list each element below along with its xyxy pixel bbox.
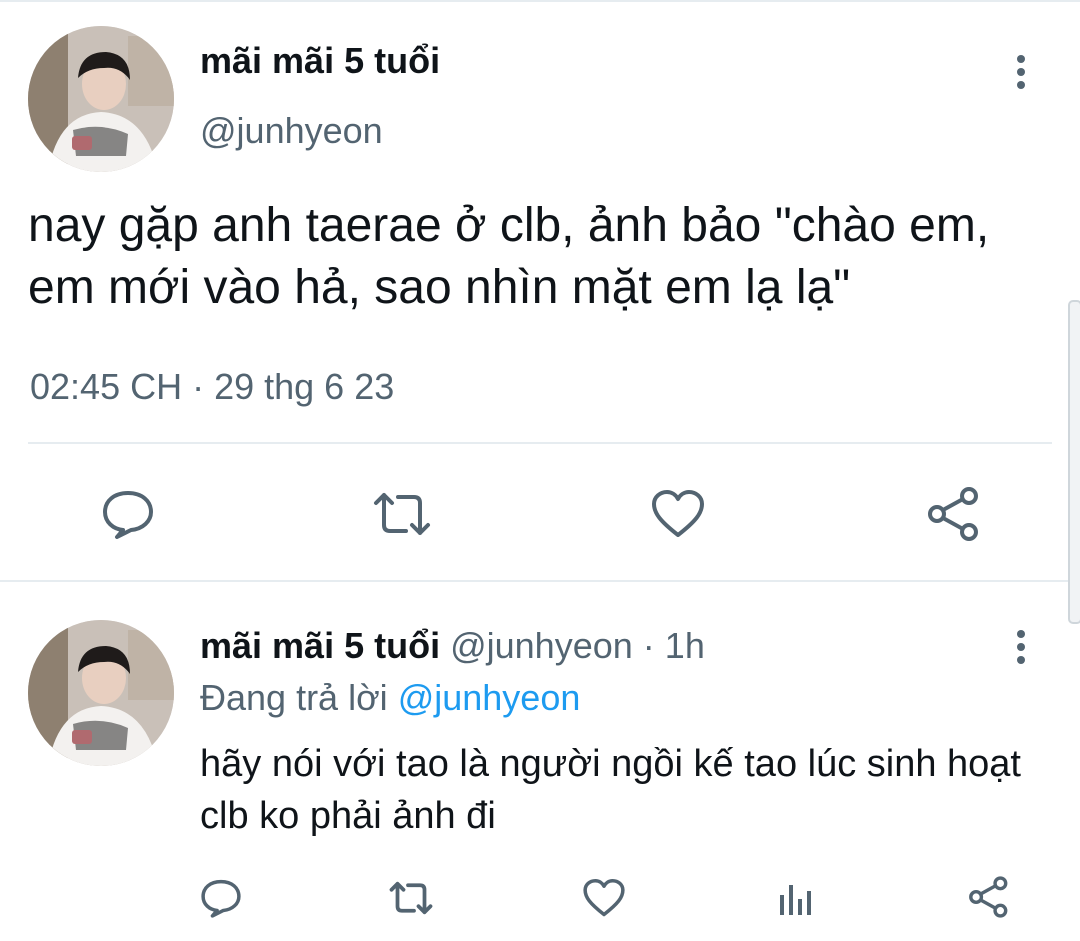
reply-more-options-icon[interactable]: [1015, 630, 1027, 664]
replying-label: Đang trả lời: [200, 677, 388, 718]
reply-retweet-icon[interactable]: [386, 876, 436, 920]
author-name[interactable]: mãi mãi 5 tuổi: [200, 40, 440, 82]
avatar[interactable]: [28, 26, 174, 172]
avatar-photo: [28, 26, 174, 172]
author-handle[interactable]: @junhyeon: [200, 110, 383, 152]
reply-like-icon[interactable]: [580, 876, 628, 920]
replying-to-handle[interactable]: @junhyeon: [398, 677, 581, 718]
action-divider: [28, 442, 1052, 444]
retweet-icon[interactable]: [370, 486, 434, 542]
avatar-photo: [28, 620, 174, 766]
reply-separator: ·: [642, 625, 655, 666]
analytics-icon[interactable]: [776, 876, 816, 920]
replying-to: Đang trả lời @junhyeon: [200, 674, 580, 722]
top-divider: [0, 0, 1080, 2]
more-options-icon[interactable]: [1015, 55, 1027, 89]
reply-text: hãy nói với tao là người ngồi kế tao lúc…: [200, 743, 1021, 837]
share-icon[interactable]: [924, 484, 984, 544]
reply-author-name[interactable]: mãi mãi 5 tuổi: [200, 625, 440, 666]
tweet-separator: [0, 580, 1080, 582]
like-icon[interactable]: [648, 486, 708, 542]
reply-time-ago[interactable]: 1h: [665, 625, 705, 666]
scrollbar[interactable]: [1068, 300, 1080, 624]
reply-reply-icon[interactable]: [198, 876, 244, 920]
reply-header: mãi mãi 5 tuổi @junhyeon · 1h: [200, 622, 705, 670]
tweet-timestamp[interactable]: 02:45 CH · 29 thg 6 23: [30, 366, 394, 408]
tweet-text: nay gặp anh taerae ở clb, ảnh bảo "chào …: [28, 199, 990, 314]
reply-avatar[interactable]: [28, 620, 174, 766]
reply-author-handle[interactable]: @junhyeon: [450, 625, 633, 666]
reply-share-icon[interactable]: [966, 874, 1012, 920]
reply-icon[interactable]: [98, 486, 158, 542]
